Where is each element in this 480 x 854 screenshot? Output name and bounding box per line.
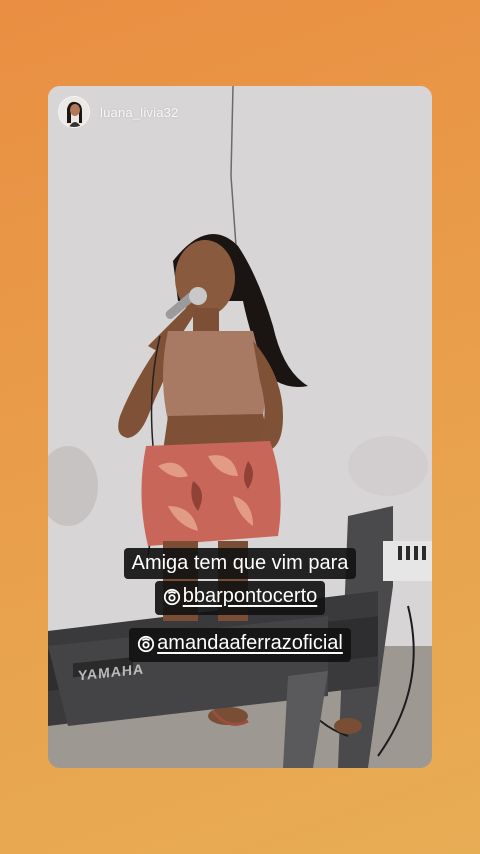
mention-sticker-1[interactable]: bbarpontocerto: [48, 581, 432, 615]
avatar[interactable]: [58, 96, 90, 128]
mention-sticker-2[interactable]: amandaaferrazoficial: [48, 628, 432, 662]
mention-link-2[interactable]: amandaaferrazoficial: [137, 633, 343, 653]
mention-link-1[interactable]: bbarpontocerto: [163, 585, 318, 607]
mention-at-icon: [137, 635, 155, 653]
story-header: luana_livia32: [58, 96, 179, 128]
mention-handle-2: amandaaferrazoficial: [157, 632, 343, 654]
page: luana_livia32 Amiga tem que vim para bba…: [0, 0, 480, 854]
mention-handle-1: bbarpontocerto: [182, 585, 318, 607]
username[interactable]: luana_livia32: [100, 105, 179, 120]
story-card[interactable]: luana_livia32 Amiga tem que vim para bba…: [48, 86, 432, 768]
caption-text-sticker: Amiga tem que vim para: [48, 548, 432, 579]
mention-at-icon: [163, 588, 181, 606]
caption-text: Amiga tem que vim para: [123, 548, 357, 579]
